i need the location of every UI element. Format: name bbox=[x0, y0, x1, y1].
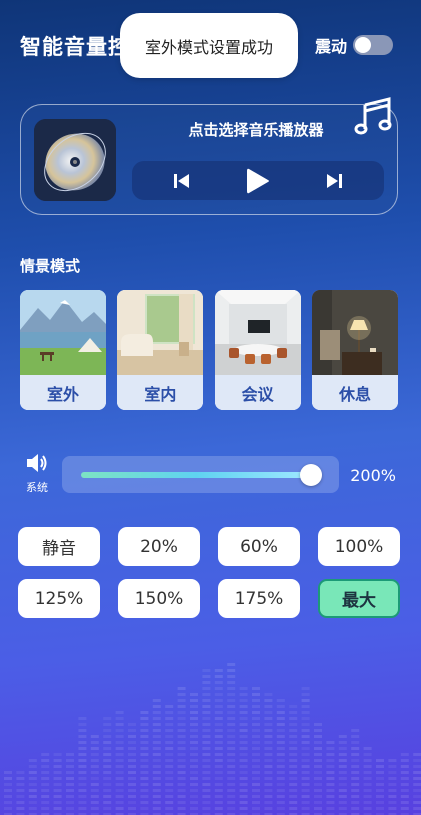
next-button[interactable] bbox=[325, 173, 343, 189]
preset-175-button[interactable]: 175% bbox=[218, 579, 300, 618]
preset-mute-button[interactable]: 静音 bbox=[18, 527, 100, 566]
indoor-lounge-image bbox=[117, 290, 204, 375]
album-art-icon bbox=[34, 119, 116, 201]
player-title[interactable]: 点击选择音乐播放器 bbox=[141, 119, 371, 140]
play-button[interactable] bbox=[245, 167, 271, 195]
previous-button[interactable] bbox=[173, 173, 191, 189]
volume-icon-group: 系统 bbox=[20, 452, 54, 495]
bedroom-lamp-image bbox=[311, 290, 398, 375]
music-player-card[interactable]: 点击选择音乐播放器 bbox=[20, 97, 398, 215]
vibrate-toggle[interactable] bbox=[353, 35, 393, 55]
toast-message: 室外模式设置成功 bbox=[144, 37, 273, 57]
volume-channel-label: 系统 bbox=[26, 481, 48, 494]
previous-icon bbox=[174, 173, 189, 188]
music-note-icon bbox=[354, 97, 392, 135]
volume-slider[interactable] bbox=[62, 456, 339, 493]
scene-mode-heading: 情景模式 bbox=[20, 257, 81, 275]
equalizer-background bbox=[4, 663, 421, 815]
scene-indoor[interactable]: 室内 bbox=[117, 290, 204, 410]
toast: 室外模式设置成功 bbox=[120, 13, 298, 78]
scene-mode-list: 室外 室内 会议 休息 bbox=[20, 290, 398, 410]
system-volume: 系统 200% bbox=[20, 452, 400, 502]
slider-thumb[interactable] bbox=[300, 464, 322, 486]
play-icon bbox=[247, 168, 269, 193]
scene-label: 室外 bbox=[20, 375, 106, 410]
scene-label: 休息 bbox=[311, 375, 398, 410]
app-title: 智能音量控 bbox=[20, 35, 130, 59]
scene-rest[interactable]: 休息 bbox=[311, 290, 398, 410]
vibrate-setting: 震动 bbox=[315, 33, 393, 57]
slider-track-fill bbox=[81, 472, 311, 478]
preset-150-button[interactable]: 150% bbox=[118, 579, 200, 618]
outdoor-lake-image bbox=[20, 290, 106, 375]
preset-20-button[interactable]: 20% bbox=[118, 527, 200, 566]
vibrate-label: 震动 bbox=[314, 37, 347, 56]
scene-label: 会议 bbox=[214, 375, 301, 410]
toggle-knob bbox=[355, 37, 371, 53]
playback-controls bbox=[132, 161, 384, 200]
meeting-room-image bbox=[214, 290, 301, 375]
scene-label: 室内 bbox=[117, 375, 204, 410]
volume-presets: 静音 20% 60% 100% 125% 150% 175% 最大 bbox=[18, 527, 401, 618]
speaker-icon bbox=[27, 454, 47, 472]
preset-60-button[interactable]: 60% bbox=[218, 527, 300, 566]
scene-outdoor[interactable]: 室外 bbox=[20, 290, 106, 410]
preset-100-button[interactable]: 100% bbox=[318, 527, 400, 566]
volume-value: 200% bbox=[350, 466, 396, 485]
preset-125-button[interactable]: 125% bbox=[18, 579, 100, 618]
preset-max-button[interactable]: 最大 bbox=[318, 579, 400, 618]
scene-meeting[interactable]: 会议 bbox=[214, 290, 301, 410]
next-icon bbox=[327, 173, 342, 188]
